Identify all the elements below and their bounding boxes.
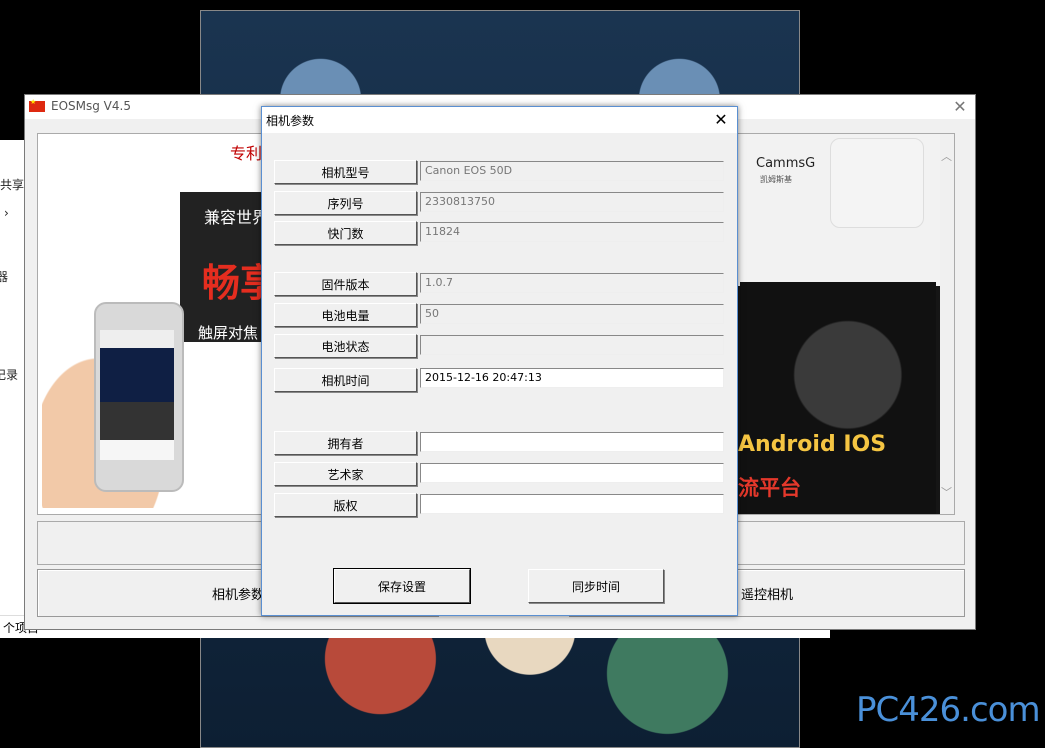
- model-label-button[interactable]: 相机型号: [274, 160, 417, 184]
- banner-platform-text: Android IOS: [738, 432, 887, 457]
- firmware-field: 1.0.7: [420, 273, 724, 293]
- phone-screen-image: [100, 330, 174, 460]
- camera-params-label: 相机参数: [211, 587, 264, 603]
- firmware-label-button[interactable]: 固件版本: [274, 272, 417, 296]
- artist-field[interactable]: [420, 463, 724, 483]
- copyright-field[interactable]: [420, 494, 724, 514]
- owner-label-button[interactable]: 拥有者: [274, 431, 417, 455]
- remote-control-label: 遥控相机: [740, 587, 793, 603]
- shutter-count-label-button[interactable]: 快门数: [274, 221, 417, 245]
- banner-compat-text: 兼容世界: [204, 208, 269, 227]
- scroll-down-icon[interactable]: ﹀: [941, 484, 952, 500]
- explorer-window-fragment: 共享 › 器 记录: [0, 140, 26, 638]
- watermark-logo: PC426.com: [856, 690, 1041, 730]
- wifi-module-image: [830, 138, 924, 228]
- explorer-item[interactable]: 器: [0, 268, 8, 285]
- artist-label-button[interactable]: 艺术家: [274, 462, 417, 486]
- explorer-nav-arrow[interactable]: ›: [4, 206, 9, 220]
- copyright-label-button[interactable]: 版权: [274, 493, 417, 517]
- banner-stream-text: 流平台: [738, 476, 801, 500]
- main-close-button[interactable]: ✕: [949, 96, 971, 118]
- battery-level-label-button[interactable]: 电池电量: [274, 303, 417, 327]
- banner-touch-focus-text: 触屏对焦: [198, 324, 259, 342]
- battery-level-field: 50: [420, 304, 724, 324]
- camera-time-field[interactable]: 2015-12-16 20:47:13: [420, 368, 724, 388]
- explorer-item[interactable]: 记录: [0, 366, 18, 383]
- camera-time-label-button[interactable]: 相机时间: [274, 368, 417, 392]
- cammsg-logo-sub: 凯姆斯基: [760, 175, 792, 184]
- cammsg-logo: CammsG: [756, 156, 816, 171]
- banner-scrollbar[interactable]: ︿ ﹀: [940, 134, 954, 514]
- model-field: Canon EOS 50D: [420, 161, 724, 181]
- owner-field[interactable]: [420, 432, 724, 452]
- serial-field: 2330813750: [420, 192, 724, 212]
- banner-patent-text: 专利: [230, 144, 263, 163]
- camera-params-dialog: 相机参数 ✕ 相机型号 Canon EOS 50D 序列号 2330813750…: [261, 106, 738, 616]
- sync-time-button[interactable]: 同步时间: [528, 569, 664, 603]
- save-settings-button[interactable]: 保存设置: [333, 568, 471, 604]
- battery-status-field: [420, 335, 724, 355]
- main-window-title: EOSMsg V4.5: [51, 99, 131, 113]
- battery-status-label-button[interactable]: 电池状态: [274, 334, 417, 358]
- dialog-title: 相机参数: [266, 114, 315, 128]
- shutter-count-field: 11824: [420, 222, 724, 242]
- explorer-share-label: 共享: [0, 178, 25, 192]
- serial-label-button[interactable]: 序列号: [274, 191, 417, 215]
- dialog-titlebar[interactable]: 相机参数 ✕: [262, 107, 737, 133]
- dialog-close-button[interactable]: ✕: [709, 109, 733, 131]
- scroll-up-icon[interactable]: ︿: [941, 148, 952, 164]
- app-flag-icon: [29, 98, 45, 112]
